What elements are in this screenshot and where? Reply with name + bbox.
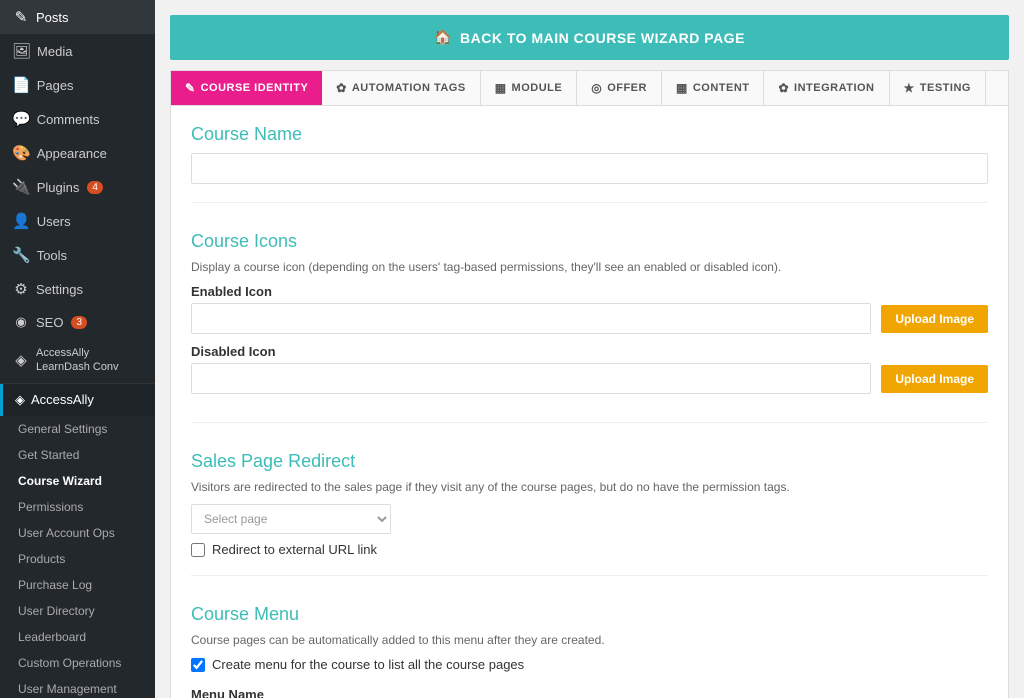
sidebar-item-general-settings[interactable]: General Settings	[0, 416, 155, 442]
course-name-input[interactable]: LearnDash Course: Example LearnDash Cour…	[191, 153, 988, 184]
section-divider-3	[191, 575, 988, 576]
offer-tab-icon: ◎	[591, 81, 602, 95]
tab-automation-tags-label: AUTOMATION TAGS	[352, 82, 466, 94]
tab-testing-label: TESTING	[920, 82, 971, 94]
sidebar-item-plugins[interactable]: 🔌 Plugins 4	[0, 170, 155, 204]
tab-offer-label: OFFER	[607, 82, 647, 94]
sidebar-item-permissions[interactable]: Permissions	[0, 494, 155, 520]
course-name-section: Course Name LearnDash Course: Example Le…	[171, 106, 1008, 192]
redirect-external-checkbox[interactable]	[191, 543, 205, 557]
sidebar-item-user-management[interactable]: User Management	[0, 676, 155, 698]
sales-page-desc: Visitors are redirected to the sales pag…	[191, 480, 988, 494]
section-divider-2	[191, 422, 988, 423]
sidebar-main-nav: ✎ Posts 🖼 Media 📄 Pages 💬 Comments 🎨 App…	[0, 0, 155, 384]
tab-integration-label: INTEGRATION	[794, 82, 874, 94]
integration-tab-icon: ✿	[778, 81, 789, 95]
module-tab-icon: ▦	[495, 81, 507, 95]
course-menu-section: Course Menu Course pages can be automati…	[171, 586, 1008, 698]
disabled-icon-row: Upload Image	[191, 363, 988, 394]
course-icons-title: Course Icons	[191, 231, 988, 252]
sidebar-item-comments[interactable]: 💬 Comments	[0, 102, 155, 136]
sidebar-item-course-wizard[interactable]: Course Wizard	[0, 468, 155, 494]
enabled-icon-label: Enabled Icon	[191, 284, 988, 299]
disabled-icon-input[interactable]	[191, 363, 871, 394]
redirect-external-label: Redirect to external URL link	[212, 542, 377, 557]
sidebar-item-settings[interactable]: ⚙ Settings	[0, 272, 155, 306]
home-icon: 🏠	[434, 29, 452, 46]
tab-content[interactable]: ▦ CONTENT	[662, 71, 765, 105]
sidebar-item-users[interactable]: 👤 Users	[0, 204, 155, 238]
enabled-icon-input[interactable]	[191, 303, 871, 334]
sidebar-item-purchase-log[interactable]: Purchase Log	[0, 572, 155, 598]
sidebar-item-media[interactable]: 🖼 Media	[0, 34, 155, 68]
tab-module-label: MODULE	[512, 82, 563, 94]
sidebar-item-appearance[interactable]: 🎨 Appearance	[0, 136, 155, 170]
course-icons-desc: Display a course icon (depending on the …	[191, 260, 988, 274]
course-menu-title: Course Menu	[191, 604, 988, 625]
tab-module[interactable]: ▦ MODULE	[481, 71, 578, 105]
sales-page-select[interactable]: Select page	[191, 504, 391, 534]
course-identity-tab-icon: ✎	[185, 81, 196, 95]
back-bar-label: BACK TO MAIN COURSE WIZARD PAGE	[460, 30, 745, 46]
sidebar-item-posts[interactable]: ✎ Posts	[0, 0, 155, 34]
tab-automation-tags[interactable]: ✿ AUTOMATION TAGS	[322, 71, 480, 105]
content-area: ✎ COURSE IDENTITY ✿ AUTOMATION TAGS ▦ MO…	[170, 70, 1009, 698]
settings-icon: ⚙	[12, 280, 30, 298]
main-content: 🏠 BACK TO MAIN COURSE WIZARD PAGE ✎ COUR…	[155, 0, 1024, 698]
section-divider-1	[191, 202, 988, 203]
sidebar-item-accessally-learndash[interactable]: ◈ AccessAllyLearnDash Conv	[0, 338, 155, 383]
tab-testing[interactable]: ★ TESTING	[890, 71, 986, 105]
sidebar-item-pages[interactable]: 📄 Pages	[0, 68, 155, 102]
sidebar-item-custom-operations[interactable]: Custom Operations	[0, 650, 155, 676]
tab-bar: ✎ COURSE IDENTITY ✿ AUTOMATION TAGS ▦ MO…	[171, 71, 1008, 106]
tab-course-identity[interactable]: ✎ COURSE IDENTITY	[171, 71, 322, 105]
disabled-icon-label: Disabled Icon	[191, 344, 988, 359]
enabled-icon-row: Upload Image	[191, 303, 988, 334]
upload-disabled-icon-button[interactable]: Upload Image	[881, 365, 988, 393]
sales-page-section: Sales Page Redirect Visitors are redirec…	[171, 433, 1008, 565]
course-icons-section: Course Icons Display a course icon (depe…	[171, 213, 1008, 412]
posts-icon: ✎	[12, 8, 30, 26]
testing-tab-icon: ★	[904, 81, 915, 95]
accessally-icon: ◈	[15, 392, 25, 408]
tab-content-label: CONTENT	[693, 82, 750, 94]
back-to-main-button[interactable]: 🏠 BACK TO MAIN COURSE WIZARD PAGE	[170, 15, 1009, 60]
sidebar-item-get-started[interactable]: Get Started	[0, 442, 155, 468]
content-tab-icon: ▦	[676, 81, 688, 95]
accessally-learndash-icon: ◈	[12, 351, 30, 371]
upload-enabled-icon-button[interactable]: Upload Image	[881, 305, 988, 333]
sidebar-item-tools[interactable]: 🔧 Tools	[0, 238, 155, 272]
plugins-badge: 4	[87, 181, 103, 194]
sidebar-item-user-directory[interactable]: User Directory	[0, 598, 155, 624]
automation-tags-tab-icon: ✿	[336, 81, 347, 95]
sidebar-item-user-account-ops[interactable]: User Account Ops	[0, 520, 155, 546]
create-menu-checkbox[interactable]	[191, 658, 205, 672]
seo-icon: ◉	[12, 314, 30, 330]
sidebar: ✎ Posts 🖼 Media 📄 Pages 💬 Comments 🎨 App…	[0, 0, 155, 698]
tab-course-identity-label: COURSE IDENTITY	[201, 82, 309, 94]
sidebar-item-leaderboard[interactable]: Leaderboard	[0, 624, 155, 650]
sidebar-item-seo[interactable]: ◉ SEO 3	[0, 306, 155, 338]
course-name-title: Course Name	[191, 124, 988, 145]
sidebar-sub-nav: General Settings Get Started Course Wiza…	[0, 416, 155, 698]
plugins-icon: 🔌	[12, 178, 31, 196]
tab-integration[interactable]: ✿ INTEGRATION	[764, 71, 889, 105]
menu-name-label: Menu Name	[191, 687, 988, 698]
course-menu-desc: Course pages can be automatically added …	[191, 633, 988, 647]
media-icon: 🖼	[12, 42, 31, 60]
seo-badge: 3	[71, 316, 87, 329]
comments-icon: 💬	[12, 110, 31, 128]
create-menu-label: Create menu for the course to list all t…	[212, 657, 524, 672]
tools-icon: 🔧	[12, 246, 31, 264]
redirect-checkbox-row: Redirect to external URL link	[191, 542, 988, 557]
sales-page-title: Sales Page Redirect	[191, 451, 988, 472]
sidebar-item-products[interactable]: Products	[0, 546, 155, 572]
tab-offer[interactable]: ◎ OFFER	[577, 71, 662, 105]
users-icon: 👤	[12, 212, 31, 230]
pages-icon: 📄	[12, 76, 31, 94]
sidebar-accessally-header[interactable]: ◈ AccessAlly	[0, 384, 155, 416]
appearance-icon: 🎨	[12, 144, 31, 162]
create-menu-checkbox-row: Create menu for the course to list all t…	[191, 657, 988, 672]
